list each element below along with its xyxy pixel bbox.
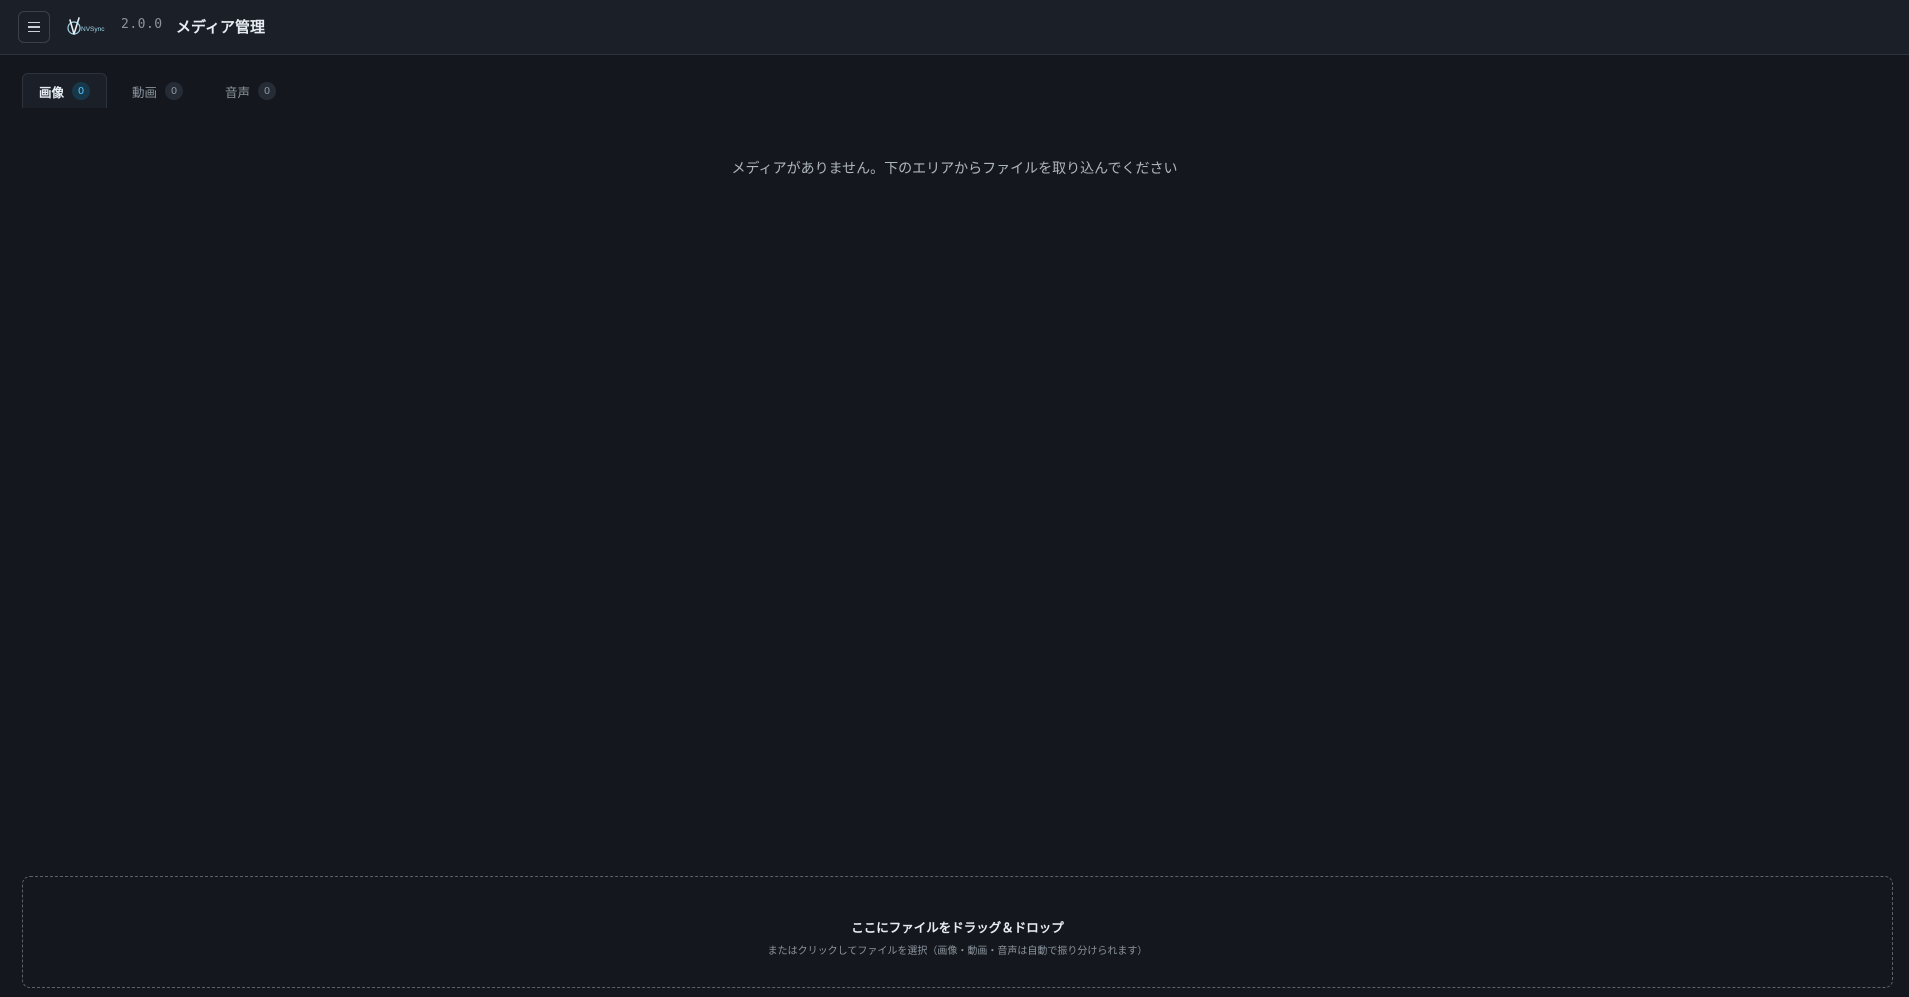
tab-audio[interactable]: 音声 0 — [208, 73, 293, 108]
tab-images[interactable]: 画像 0 — [22, 73, 108, 108]
count-badge: 0 — [258, 82, 277, 100]
tab-videos[interactable]: 動画 0 — [115, 73, 200, 108]
menu-button[interactable] — [18, 11, 50, 43]
dropzone-title: ここにファイルをドラッグ＆ドロップ — [851, 920, 1064, 935]
tab-label: 動画 — [132, 84, 158, 100]
app-version: 2.0.0 — [121, 17, 163, 32]
empty-state-message: メディアがありません。下のエリアからファイルを取り込んでください — [731, 161, 1178, 177]
tab-label: 音声 — [225, 84, 251, 100]
page-title: メディア管理 — [176, 18, 265, 36]
dropzone-subtitle: またはクリックしてファイルを選択（画像・動画・音声は自動で振り分けられます） — [767, 946, 1148, 957]
file-dropzone[interactable]: ここにファイルをドラッグ＆ドロップ またはクリックしてファイルを選択（画像・動画… — [22, 876, 1893, 988]
hamburger-menu-icon — [28, 21, 40, 24]
count-badge: 0 — [72, 82, 91, 100]
tab-label: 画像 — [39, 84, 65, 100]
app-header: NVSync 2.0.0 メディア管理 — [0, 0, 1909, 55]
app-logo: NVSync — [67, 17, 105, 35]
svg-text:NVSync: NVSync — [81, 26, 105, 33]
media-tabs: 画像 0 動画 0 音声 0 — [22, 73, 301, 108]
count-badge: 0 — [165, 82, 184, 100]
